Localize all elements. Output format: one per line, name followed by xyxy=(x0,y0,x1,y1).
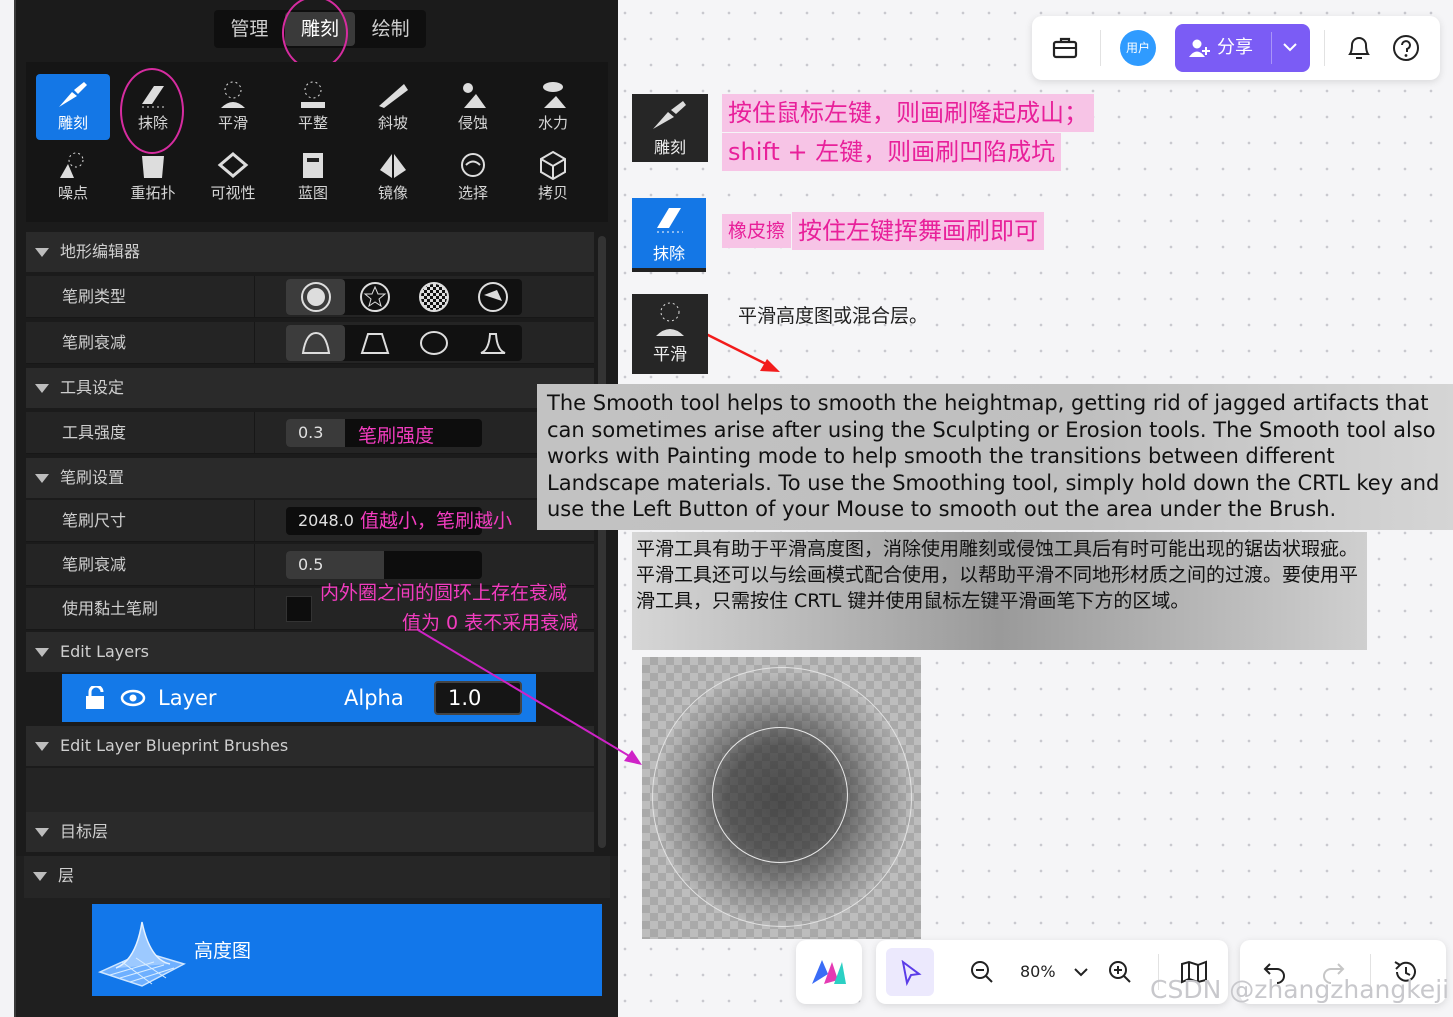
erase-tag: 橡皮擦 xyxy=(722,214,792,248)
pointer-tool[interactable] xyxy=(886,948,934,996)
smooth-english-description: The Smooth tool helps to smooth the heig… xyxy=(537,384,1453,530)
divider xyxy=(1100,30,1101,66)
smooth-note: 平滑高度图或混合层。 xyxy=(738,305,929,327)
app-logo-icon[interactable] xyxy=(810,958,848,986)
help-icon[interactable] xyxy=(1392,34,1420,62)
inner-brush-circle xyxy=(712,727,848,863)
chevron-down-icon[interactable] xyxy=(1074,967,1088,977)
share-button[interactable]: 分享 xyxy=(1175,24,1310,72)
divider xyxy=(1324,30,1325,66)
smooth-chinese-description: 平滑工具有助于平滑高度图，消除使用雕刻或侵蚀工具后有时可能出现的锯齿状瑕疵。平滑… xyxy=(632,532,1367,650)
toolbox-icon[interactable] xyxy=(1052,36,1078,60)
cursor-arrow-icon xyxy=(901,960,922,986)
sculpt-thumbnail: 雕刻 xyxy=(632,94,708,162)
erase-thumbnail: 抹除 xyxy=(632,198,706,272)
brush-falloff-preview xyxy=(642,657,921,939)
smooth-thumbnail: 平滑 xyxy=(632,294,708,374)
bell-icon[interactable] xyxy=(1346,34,1372,62)
top-toolbar: 用户 分享 xyxy=(1032,16,1440,80)
eraser-icon xyxy=(657,208,683,233)
zoom-out-icon[interactable] xyxy=(970,960,994,984)
erase-note: 按住左键挥舞画刷即可 xyxy=(792,212,1044,250)
sculpt-icon xyxy=(653,101,686,129)
zoom-level[interactable]: 80% xyxy=(1020,962,1056,981)
avatar[interactable]: 用户 xyxy=(1120,30,1156,66)
chevron-down-icon[interactable] xyxy=(1283,42,1297,52)
sculpt-note-line2: shift + 左键，则画刷凹陷成坑 xyxy=(722,133,1062,171)
zoom-in-icon[interactable] xyxy=(1108,960,1132,984)
logo-panel xyxy=(796,940,862,1004)
sculpt-note-line1: 按住鼠标左键，则画刷隆起成山； xyxy=(722,94,1094,132)
watermark: CSDN @zhangzhangkeji xyxy=(1150,975,1450,1004)
add-user-icon xyxy=(1189,39,1210,57)
smooth-icon xyxy=(656,302,684,336)
